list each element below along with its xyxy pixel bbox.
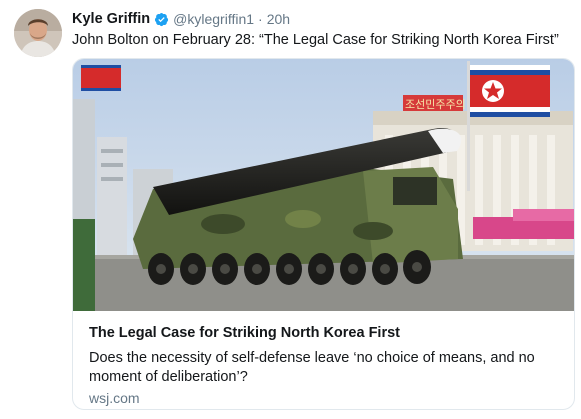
avatar[interactable] [14,9,62,57]
tweet-header: Kyle Griffin @kylegriffin1 · 20h [72,9,290,29]
banner-text: 조선민주주의 [405,98,466,111]
card-description: Does the necessity of self-defense leave… [89,350,535,385]
link-card[interactable]: 조선민주주의 The Legal Case for Striking North… [72,58,575,410]
tweet-text: John Bolton on February 28: “The Legal C… [72,32,559,48]
handle[interactable]: @kylegriffin1 [173,11,254,27]
card-domain[interactable]: wsj.com [89,390,140,406]
separator-dot: · [258,11,263,27]
verified-badge-icon [154,12,169,27]
card-image: 조선민주주의 [73,59,574,311]
avatar-image [14,9,62,57]
timestamp[interactable]: 20h [267,11,290,27]
card-title[interactable]: The Legal Case for Striking North Korea … [89,325,400,341]
tweet[interactable]: Kyle Griffin @kylegriffin1 · 20h John Bo… [0,0,581,419]
card-body[interactable]: The Legal Case for Striking North Korea … [73,311,574,409]
display-name[interactable]: Kyle Griffin [72,11,150,27]
